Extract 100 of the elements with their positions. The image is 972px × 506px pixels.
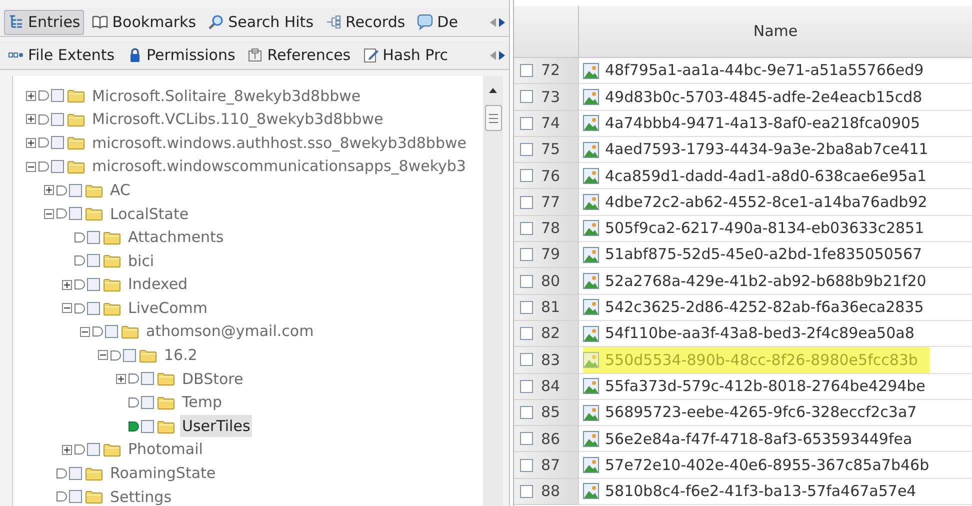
table-row[interactable]: 49d83b0c-5703-4845-adfe-2e4eacb15cd8 xyxy=(583,84,934,110)
checkbox[interactable] xyxy=(87,230,100,244)
selector-icon[interactable] xyxy=(56,208,67,220)
tab[interactable]: Permissions xyxy=(122,42,240,68)
checkbox[interactable] xyxy=(520,380,533,393)
checkbox[interactable] xyxy=(69,466,82,480)
checkbox[interactable] xyxy=(520,116,533,130)
checkbox[interactable] xyxy=(520,300,533,314)
expand-icon[interactable] xyxy=(62,280,72,290)
expand-icon[interactable] xyxy=(116,374,126,384)
selector-icon[interactable] xyxy=(74,255,85,266)
tree-item-label[interactable]: Indexed xyxy=(126,273,190,296)
expand-icon[interactable] xyxy=(26,90,36,101)
checkbox[interactable] xyxy=(520,222,533,235)
table-row[interactable]: 56895723-eebe-4265-9fc6-328eccf2c3a7 xyxy=(583,400,929,426)
table-row[interactable]: 4ca859d1-dadd-4ad1-a8d0-638cae6e95a1 xyxy=(583,163,939,188)
checkbox[interactable] xyxy=(520,484,533,498)
checkbox[interactable] xyxy=(141,420,154,433)
tab[interactable]: File Extents xyxy=(4,42,119,68)
tree-item-label[interactable]: Attachments xyxy=(126,226,226,249)
expand-icon[interactable] xyxy=(62,444,72,455)
tab[interactable]: De xyxy=(413,10,462,34)
tree-item-label[interactable]: Microsoft.VCLibs.110_8wekyb3d8bbwe xyxy=(90,108,386,131)
table-row[interactable]: 4a74bbb4-9471-4a13-8af0-ea218fca0905 xyxy=(583,110,932,136)
checkbox[interactable] xyxy=(520,90,533,104)
table-row[interactable]: 56e2e84a-f47f-4718-8af3-653593449fea xyxy=(583,426,924,452)
table-row[interactable]: 54f110be-aa3f-43a8-bed3-2f4c89ea50a8 xyxy=(583,320,926,346)
selector-icon[interactable] xyxy=(74,444,85,456)
collapse-icon[interactable] xyxy=(26,162,36,172)
selector-icon[interactable] xyxy=(38,161,49,172)
selector-icon[interactable] xyxy=(56,468,67,479)
table-row[interactable]: 52a2768a-429e-41b2-ab92-b688b9b21f20 xyxy=(583,268,938,294)
checkbox[interactable] xyxy=(520,248,533,262)
table-row[interactable]: 4dbe72c2-ab62-4552-8ce1-a14ba76adb92 xyxy=(583,189,940,215)
collapse-icon[interactable] xyxy=(62,303,72,314)
tree-item-label[interactable]: AC xyxy=(108,178,132,202)
scrollbar[interactable] xyxy=(483,76,503,506)
checkbox[interactable] xyxy=(520,327,533,340)
scroll-right-icon[interactable] xyxy=(499,50,505,60)
checkbox[interactable] xyxy=(69,184,82,197)
checkbox[interactable] xyxy=(520,432,533,446)
selector-icon[interactable] xyxy=(38,90,49,102)
checkbox[interactable] xyxy=(141,396,154,410)
tree-item-label[interactable]: LocalState xyxy=(108,202,191,226)
checkbox[interactable] xyxy=(520,458,533,472)
checkbox[interactable] xyxy=(51,136,64,150)
checkbox[interactable] xyxy=(520,274,533,288)
checkbox[interactable] xyxy=(51,89,64,102)
scroll-up-icon[interactable] xyxy=(489,88,497,93)
checkbox[interactable] xyxy=(123,348,136,362)
selector-icon[interactable] xyxy=(128,373,139,384)
tab[interactable]: Entries xyxy=(4,10,84,34)
tree-item-label[interactable]: microsoft.windows.authhost.sso_8wekyb3d8bbwe xyxy=(90,132,468,154)
table-row[interactable]: 55fa373d-579c-412b-8018-2764be4294be xyxy=(583,374,938,399)
expand-icon[interactable] xyxy=(26,114,36,124)
checkbox[interactable] xyxy=(51,112,64,126)
table-row[interactable]: 48f795a1-aa1a-44bc-9e71-a51a55766ed9 xyxy=(583,58,936,84)
selector-icon[interactable] xyxy=(56,184,67,196)
tab[interactable]: Records xyxy=(322,10,410,34)
checkbox[interactable] xyxy=(87,254,100,268)
checkbox[interactable] xyxy=(69,490,82,504)
table-row[interactable]: 542c3625-2d86-4252-82ab-f6a36eca2835 xyxy=(583,294,936,320)
checkbox[interactable] xyxy=(105,325,118,338)
tree-item-label[interactable]: microsoft.windowscommunicationsapps_8wekyb3 xyxy=(90,155,468,178)
selector-icon[interactable] xyxy=(74,232,85,243)
table-row[interactable]: 51abf875-52d5-45e0-a2bd-1fe835050567 xyxy=(583,242,934,268)
tree-item-label[interactable]: UserTiles xyxy=(180,414,252,438)
tree-item-label[interactable]: Photomail xyxy=(126,438,205,461)
checkbox[interactable] xyxy=(520,169,533,182)
selector-icon[interactable] xyxy=(74,279,85,290)
tree-item-label[interactable]: athomson@ymail.com xyxy=(144,320,316,343)
collapse-icon[interactable] xyxy=(80,326,90,337)
selector-icon[interactable] xyxy=(38,137,49,148)
tree-item-label[interactable]: Microsoft.Solitaire_8wekyb3d8bbwe xyxy=(90,84,363,108)
table-row[interactable]: 4aed7593-1793-4434-9a3e-2ba8ab7ce411 xyxy=(583,136,940,162)
collapse-icon[interactable] xyxy=(98,350,108,360)
checkbox[interactable] xyxy=(69,207,82,220)
checkbox[interactable] xyxy=(520,353,533,366)
tab[interactable]: Hash Prc xyxy=(358,42,452,68)
table-row[interactable]: 505f9ca2-6217-490a-8134-eb03633c2851 xyxy=(583,216,936,242)
table-row[interactable]: 57e72e10-402e-40e6-8955-367c85a7b46b xyxy=(583,452,942,478)
checkbox[interactable] xyxy=(141,372,154,386)
tab[interactable]: Bookmarks xyxy=(88,10,200,34)
tree-item-label[interactable]: RoamingState xyxy=(108,462,218,485)
checkbox[interactable] xyxy=(51,160,64,174)
scrollbar-thumb[interactable] xyxy=(484,105,502,131)
checkbox[interactable] xyxy=(520,64,533,78)
scroll-right-icon[interactable] xyxy=(499,18,505,26)
selector-icon[interactable] xyxy=(92,326,103,338)
tree-item-label[interactable]: 16.2 xyxy=(162,344,200,367)
tree-item-label[interactable]: DBStore xyxy=(180,368,246,390)
selector-icon[interactable] xyxy=(56,491,67,502)
selector-icon[interactable] xyxy=(128,397,139,408)
selector-icon[interactable] xyxy=(74,302,85,314)
tab[interactable]: Search Hits xyxy=(204,10,318,34)
tree-item-label[interactable]: Settings xyxy=(108,486,174,506)
table-row[interactable]: 5810b8c4-f6e2-41f3-ba13-57fa467a57e4 xyxy=(583,478,928,504)
collapse-icon[interactable] xyxy=(44,208,54,219)
tab[interactable]: References xyxy=(243,42,355,68)
expand-icon[interactable] xyxy=(44,185,54,196)
